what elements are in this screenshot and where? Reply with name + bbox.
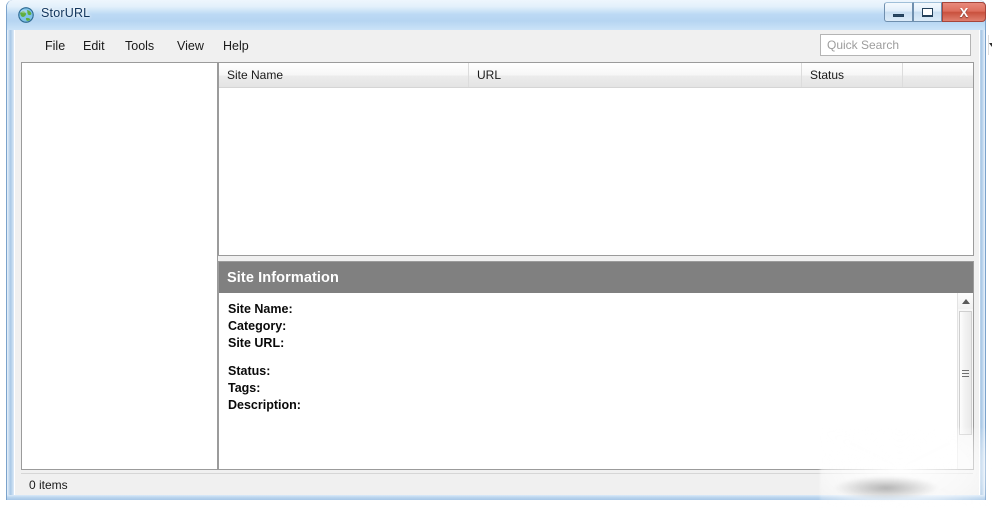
- menu-item-tools[interactable]: Tools: [119, 38, 160, 54]
- menu-bar: File Edit Tools View Help: [15, 30, 992, 60]
- category-tree-panel[interactable]: [21, 62, 218, 470]
- column-header-status[interactable]: Status: [802, 63, 903, 87]
- field-label-tags: Tags:: [228, 381, 261, 395]
- field-label-description: Description:: [228, 398, 301, 412]
- info-panel-scrollbar[interactable]: [957, 293, 973, 469]
- site-information-panel: Site Information Site Name: Category: Si…: [218, 261, 974, 470]
- sites-list-view[interactable]: Site Name URL Status: [218, 62, 974, 256]
- close-button[interactable]: X: [942, 2, 986, 22]
- client-area: File Edit Tools View Help Site Na: [14, 30, 992, 500]
- application-window: StorURL X File Edit Tools View Help Quic…: [6, 0, 992, 500]
- field-label-status: Status:: [228, 364, 271, 378]
- search-input[interactable]: [821, 36, 988, 54]
- column-header-url[interactable]: URL: [469, 63, 802, 87]
- close-icon: X: [959, 4, 969, 20]
- column-header-site-name[interactable]: Site Name: [219, 63, 469, 87]
- field-label-category: Category:: [228, 319, 287, 333]
- menu-item-view[interactable]: View: [171, 38, 210, 54]
- maximize-icon: [922, 7, 933, 17]
- status-bar: 0 items: [21, 473, 973, 495]
- menu-item-edit[interactable]: Edit: [77, 38, 111, 54]
- column-header-extra[interactable]: [903, 63, 973, 87]
- window-title: StorURL: [41, 6, 91, 20]
- desktop-background: StorURL X File Edit Tools View Help Quic…: [0, 0, 992, 508]
- grip-icon: [962, 369, 969, 377]
- menu-item-file[interactable]: File: [39, 38, 71, 54]
- field-label-site-url: Site URL:: [228, 336, 285, 350]
- site-information-body: Site Name: Category: Site URL: Status: T…: [219, 293, 973, 469]
- title-bar[interactable]: StorURL X: [7, 0, 986, 30]
- list-rows-container[interactable]: [219, 88, 973, 255]
- scrollbar-thumb[interactable]: [959, 311, 972, 435]
- maximize-button[interactable]: [913, 2, 942, 22]
- search-dropdown-button[interactable]: [988, 35, 992, 55]
- site-information-header: Site Information: [219, 262, 973, 293]
- right-pane: Site Name URL Status Site Information Si…: [218, 62, 974, 470]
- field-group-secondary: Status: Tags: Description:: [228, 363, 953, 414]
- scroll-up-button[interactable]: [958, 293, 973, 309]
- quick-search-combobox[interactable]: [820, 34, 992, 56]
- list-column-header-row: Site Name URL Status: [219, 63, 973, 88]
- field-group-primary: Site Name: Category: Site URL:: [228, 301, 953, 352]
- minimize-icon: [893, 14, 904, 17]
- menu-item-help[interactable]: Help: [217, 38, 255, 54]
- field-label-site-name: Site Name:: [228, 302, 293, 316]
- window-frame-left: [7, 30, 14, 500]
- minimize-button[interactable]: [884, 2, 913, 22]
- window-bottom-edge: [7, 495, 985, 500]
- globe-icon: [18, 7, 34, 23]
- status-item-count: 0 items: [29, 477, 68, 492]
- triangle-up-icon: [961, 298, 970, 304]
- site-information-fields: Site Name: Category: Site URL: Status: T…: [228, 301, 953, 414]
